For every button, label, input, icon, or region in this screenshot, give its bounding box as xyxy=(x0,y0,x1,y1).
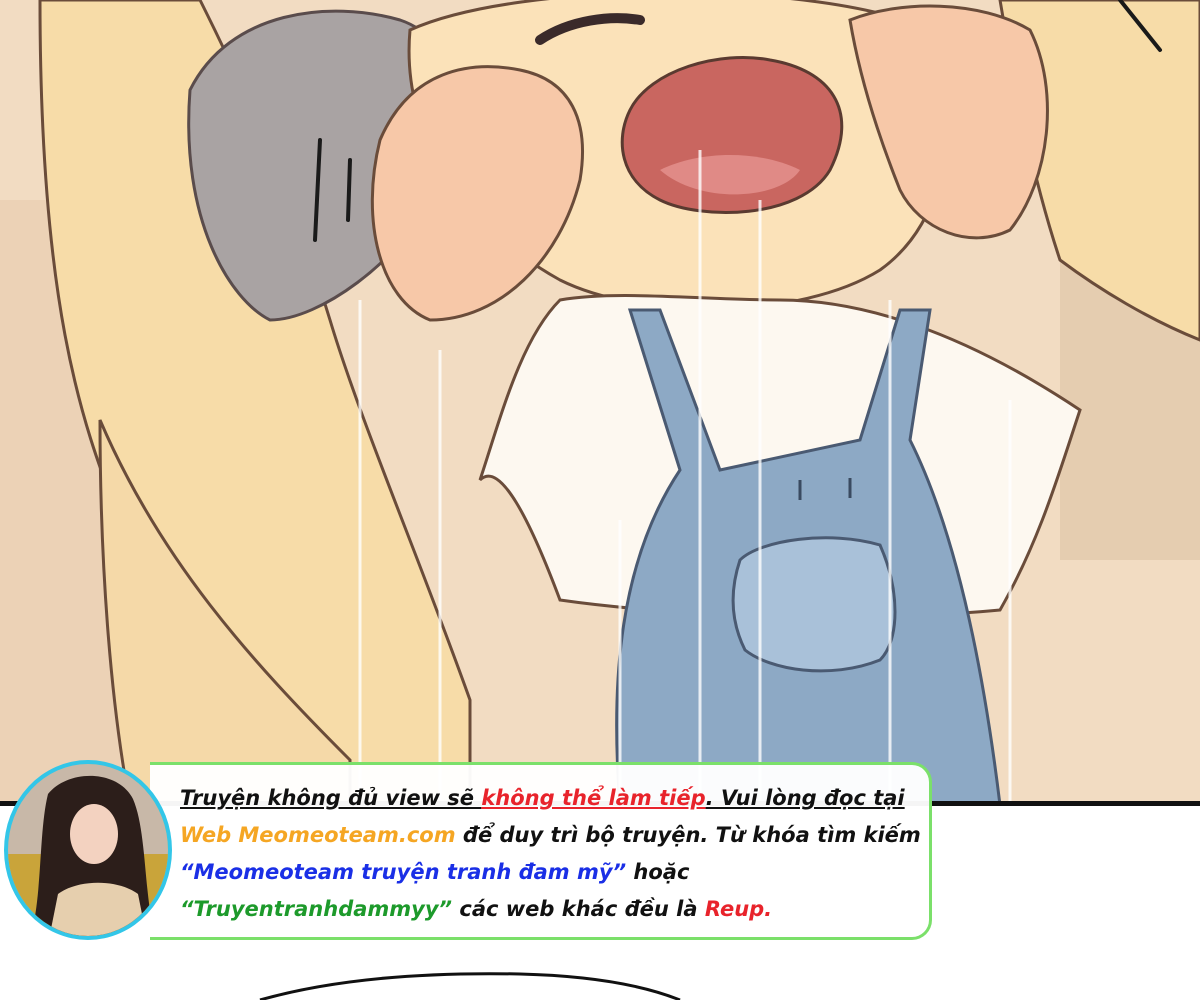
notice-line-3-part-2: hoặc xyxy=(626,860,690,884)
notice-line-2-part-2: để duy trì bộ truyện. Từ khóa tìm kiếm xyxy=(455,823,921,847)
notice-line-1-part-1: Truyện không đủ view sẽ xyxy=(180,786,482,810)
avatar xyxy=(4,760,172,940)
notice-text: Truyện không đủ view sẽ không thể làm ti… xyxy=(180,780,930,928)
comic-illustration xyxy=(0,0,1200,805)
notice-reup: Reup. xyxy=(704,897,773,921)
notice-line-1-part-3: . Vui lòng đọc tại xyxy=(705,786,905,810)
comic-panel xyxy=(0,0,1200,805)
notice-keyword-1: “Meomeoteam truyện tranh đam mỹ” xyxy=(180,860,627,884)
notice-site-link[interactable]: Web Meomeoteam.com xyxy=(180,823,456,847)
notice-line-2: Web Meomeoteam.com để duy trì bộ truyện.… xyxy=(180,817,930,854)
notice-warning: không thể làm tiếp xyxy=(481,786,706,810)
notice-keyword-2: “Truyentranhdammyy” xyxy=(180,897,453,921)
notice-line-4: “Truyentranhdammyy” các web khác đều là … xyxy=(180,891,930,928)
notice-line-3: “Meomeoteam truyện tranh đam mỹ” hoặc xyxy=(180,854,930,891)
notice-line-1: Truyện không đủ view sẽ không thể làm ti… xyxy=(180,780,930,817)
notice-line-4-part-2: các web khác đều là xyxy=(452,897,705,921)
